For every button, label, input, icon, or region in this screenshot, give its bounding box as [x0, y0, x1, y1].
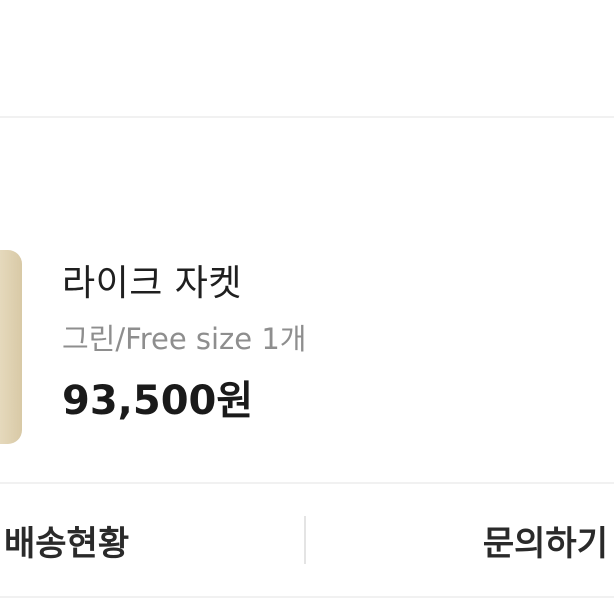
- action-separator: [304, 516, 306, 564]
- inquiry-button[interactable]: 문의하기: [483, 516, 608, 565]
- section-divider-middle: [0, 482, 614, 484]
- product-name[interactable]: 라이크 자켓: [62, 254, 242, 306]
- section-divider-bottom: [0, 596, 614, 598]
- product-price: 93,500원: [62, 378, 254, 424]
- order-item-page: 라이크 자켓 그린/Free size 1개 93,500원 배송현황 문의하기: [0, 0, 614, 614]
- product-option: 그린/Free size 1개: [62, 322, 307, 356]
- shipping-status-button[interactable]: 배송현황: [4, 516, 129, 565]
- section-divider-top: [0, 116, 614, 118]
- product-thumbnail[interactable]: [0, 250, 22, 444]
